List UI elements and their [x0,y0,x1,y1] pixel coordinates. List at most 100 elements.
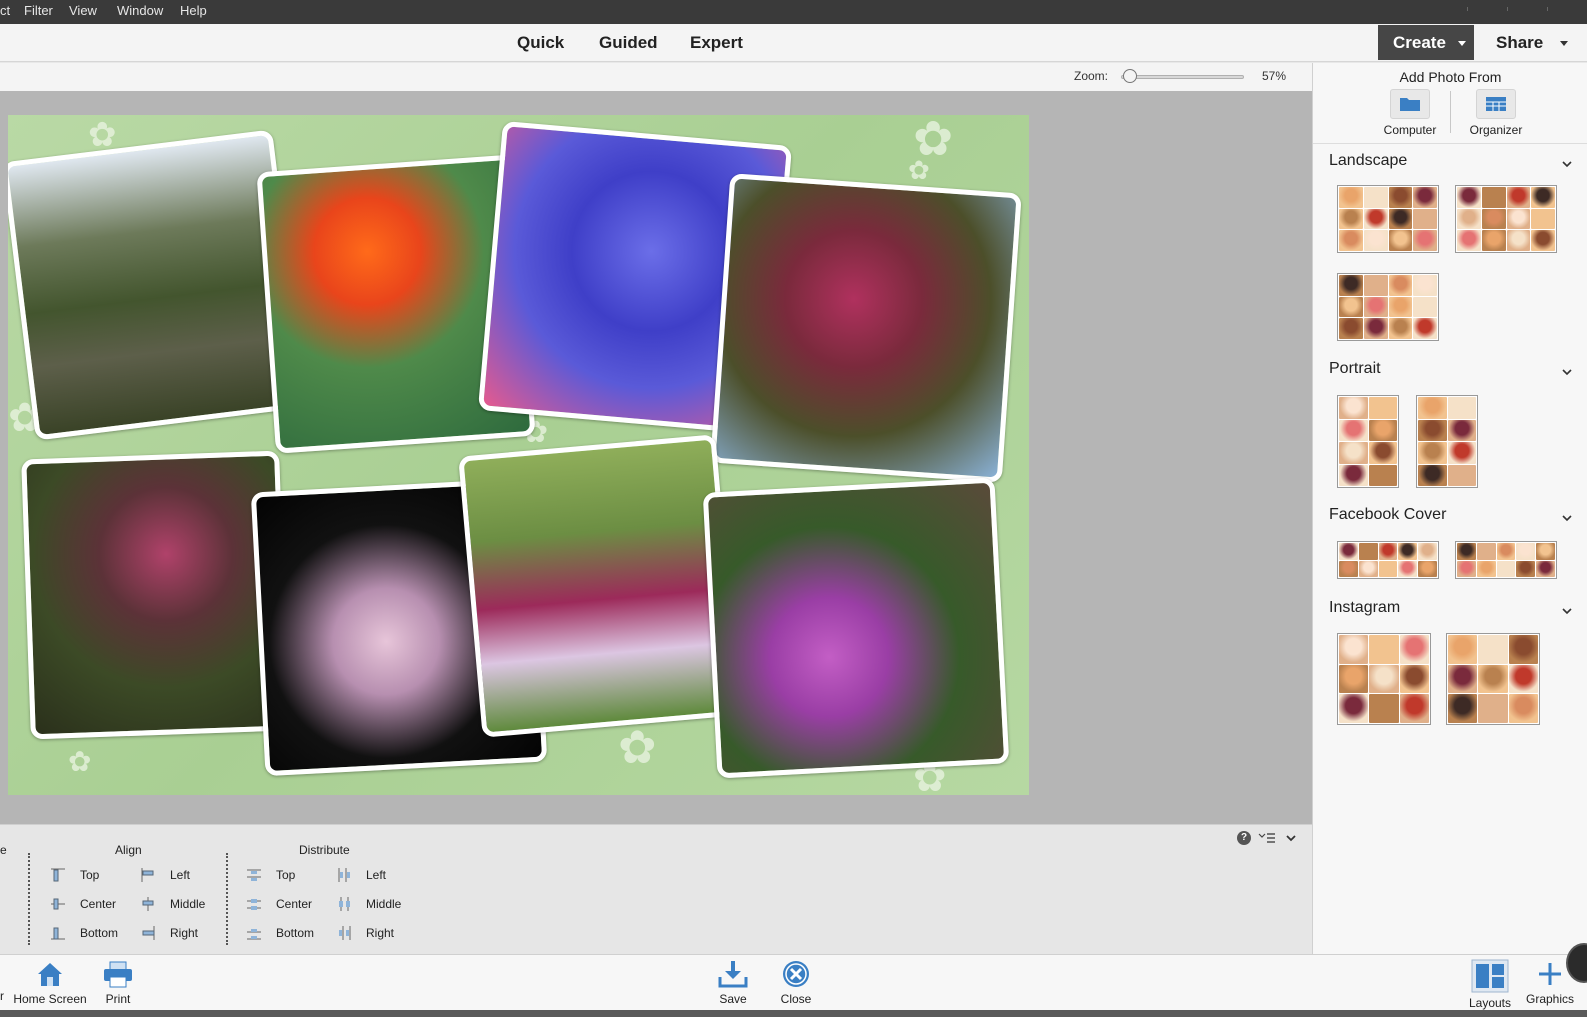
align-center-button[interactable]: Center [50,896,116,912]
photo-magnolia-branches[interactable] [710,173,1022,483]
layout-thumb-cell [1339,543,1358,560]
tab-guided[interactable]: Guided [599,33,658,53]
chevron-down-icon[interactable] [1562,367,1572,377]
layout-thumb-cell [1418,464,1447,486]
section-portrait[interactable]: Portrait [1329,360,1381,378]
menu-filter[interactable]: Filter [24,3,53,18]
layout-thumb-facebook-2[interactable] [1455,541,1557,579]
photo-purple-tulips[interactable] [702,477,1010,779]
layout-thumb-portrait-2[interactable] [1416,395,1478,488]
home-prefix-label: r [0,989,4,1003]
window-controls[interactable] [1467,0,1587,11]
canvas-area[interactable]: ✿ ✿ ✿ ✿ ✿ ✿ ✿ ✿ [0,91,1312,824]
menu-window[interactable]: Window [117,3,163,18]
layout-thumb-facebook-1[interactable] [1337,541,1439,579]
tab-quick[interactable]: Quick [517,33,564,53]
layout-thumb-instagram-2[interactable] [1446,633,1540,725]
layout-thumb-cell [1418,560,1437,577]
section-instagram[interactable]: Instagram [1329,599,1400,617]
distribute-left-button[interactable]: Left [336,867,386,883]
zoom-slider-track[interactable] [1121,75,1244,79]
home-icon [38,963,62,986]
print-button[interactable]: Print [100,959,136,1006]
share-button[interactable]: Share [1496,33,1543,53]
create-button[interactable]: Create [1378,25,1474,60]
distribute-center-button[interactable]: Center [246,896,312,912]
align-left-button[interactable]: Left [140,867,190,883]
menu-help[interactable]: Help [180,3,207,18]
layout-thumb-cell [1358,543,1378,560]
menu-edit-partial[interactable]: ct [0,3,10,18]
layout-thumb-landscape-2[interactable] [1455,185,1557,253]
layout-thumb-cell [1339,635,1369,664]
panel-separator [1313,143,1587,144]
close-button[interactable]: Close [777,959,815,1006]
layout-thumb-cell [1413,275,1437,296]
photo-magnolia-tree[interactable] [21,450,289,740]
add-from-computer-button[interactable]: Computer [1370,89,1450,137]
add-photo-title: Add Photo From [1399,69,1502,85]
share-caret-icon[interactable] [1560,41,1568,46]
chevron-down-icon[interactable] [1562,606,1572,616]
layout-thumb-cell [1418,442,1447,464]
collage-canvas[interactable]: ✿ ✿ ✿ ✿ ✿ ✿ ✿ ✿ [8,115,1029,795]
collapse-chevron-icon[interactable] [1286,833,1296,843]
help-icon[interactable]: ? [1237,831,1251,845]
layout-thumb-cell [1398,543,1418,560]
distribute-top-label: Top [276,868,296,882]
layout-thumb-cell [1378,543,1398,560]
layout-thumb-cell [1413,208,1437,230]
distribute-right-button[interactable]: Right [336,925,394,941]
layout-thumb-cell [1413,230,1437,251]
distribute-middle-button[interactable]: Middle [336,896,401,912]
print-icon [104,961,132,988]
distribute-bottom-button[interactable]: Bottom [246,925,314,941]
align-right-button[interactable]: Right [140,925,198,941]
align-middle-button[interactable]: Middle [140,896,205,912]
layout-thumb-cell [1369,664,1399,694]
panel-menu-icon[interactable] [1258,831,1276,845]
align-middle-label: Middle [170,897,206,911]
layout-thumb-landscape-3[interactable] [1337,273,1439,341]
chevron-down-icon[interactable] [1562,159,1572,169]
layout-thumb-cell [1516,543,1536,560]
distribute-bottom-label: Bottom [276,926,315,940]
edge-label: e [0,843,7,857]
distribute-top-button[interactable]: Top [246,867,295,883]
photo-tulip-field[interactable] [458,434,740,738]
section-landscape[interactable]: Landscape [1329,152,1407,170]
layout-thumb-cell [1448,635,1478,664]
distribute-center-label: Center [276,897,313,911]
tab-expert[interactable]: Expert [690,33,743,53]
layout-thumb-cell [1369,635,1399,664]
align-title: Align [115,843,142,857]
layout-thumb-cell [1457,230,1481,251]
align-top-button[interactable]: Top [50,867,99,883]
layout-thumb-instagram-1[interactable] [1337,633,1431,725]
save-label: Save [719,992,747,1006]
layout-thumb-cell [1508,635,1538,664]
layout-thumb-portrait-1[interactable] [1337,395,1399,488]
align-left-label: Left [170,868,191,882]
layout-thumb-cell [1339,275,1363,296]
add-from-organizer-button[interactable]: Organizer [1456,89,1536,137]
blossom-decoration: ✿ [618,721,657,773]
section-facebook-cover[interactable]: Facebook Cover [1329,506,1446,524]
menu-view[interactable]: View [69,3,97,18]
align-bottom-button[interactable]: Bottom [50,925,118,941]
layouts-button[interactable]: Layouts [1464,959,1516,1010]
layout-thumb-cell [1508,694,1538,723]
chevron-down-icon[interactable] [1562,513,1572,523]
layout-thumb-cell [1363,187,1388,208]
layout-thumb-cell [1368,419,1397,441]
layout-thumb-landscape-1[interactable] [1337,185,1439,253]
layout-thumb-cell [1481,208,1506,230]
zoom-label: Zoom: [1074,69,1109,83]
save-button[interactable]: Save [715,959,751,1006]
layout-thumb-cell [1339,464,1368,486]
zoom-slider-thumb[interactable] [1123,69,1138,83]
home-screen-button[interactable]: Home Screen [12,959,88,1006]
layout-thumb-cell [1506,208,1531,230]
bottom-bar: r Home Screen Print Save Close Layouts G… [0,943,1587,1010]
layout-thumb-cell [1413,318,1437,339]
